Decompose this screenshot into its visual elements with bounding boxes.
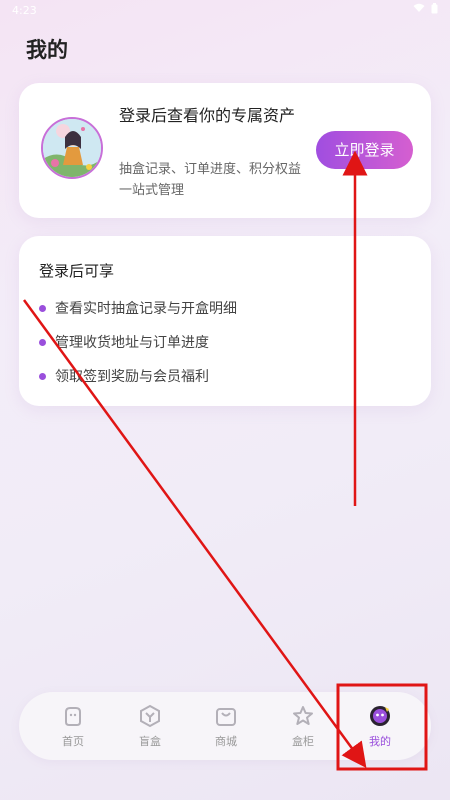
login-button[interactable]: 立即登录 — [316, 131, 413, 169]
benefits-title: 登录后可享 — [39, 262, 115, 280]
bullet-icon — [39, 304, 46, 312]
benefit-item: 领取签到奖励与会员福利 — [39, 366, 209, 386]
box-cabinet-icon — [293, 706, 313, 725]
benefit-text: 查看实时抽盒记录与开盒明细 — [55, 301, 237, 317]
nav-item-mall[interactable]: 商城 — [196, 704, 256, 749]
blind-box-icon — [140, 704, 160, 728]
nav-item-blind-box[interactable]: 盲盒 — [120, 704, 180, 749]
avatar — [41, 117, 103, 179]
nav-label: 首页 — [62, 735, 84, 748]
nav-item-home[interactable]: 首页 — [43, 704, 103, 749]
bullet-icon — [39, 338, 46, 346]
home-icon — [65, 707, 81, 726]
profile-icon — [370, 706, 390, 726]
page-title: 我的 — [26, 38, 68, 62]
benefit-item: 管理收货地址与订单进度 — [39, 332, 209, 352]
status-bar: 4:23 — [0, 0, 450, 20]
login-headline: 登录后查看你的专属资产 — [119, 106, 296, 125]
nav-label: 商城 — [215, 735, 237, 748]
battery-icon — [431, 3, 438, 14]
login-description: 抽盒记录、订单进度、积分权益一站式管理 — [119, 162, 302, 198]
benefit-text: 领取签到奖励与会员福利 — [55, 369, 209, 385]
nav-label: 盒柜 — [292, 735, 314, 748]
benefit-text: 管理收货地址与订单进度 — [55, 335, 209, 351]
nav-label: 我的 — [369, 735, 391, 748]
benefits-card: 登录后可享 查看实时抽盒记录与开盒明细 管理收货地址与订单进度 领取签到奖励与会… — [19, 236, 431, 406]
bottom-nav: 首页 盲盒 商城 盒柜 我的 — [19, 692, 431, 760]
login-card: 登录后查看你的专属资产 抽盒记录、订单进度、积分权益一站式管理 立即登录 — [19, 83, 431, 218]
wifi-icon — [413, 3, 425, 12]
benefit-item: 查看实时抽盒记录与开盒明细 — [39, 298, 237, 318]
bullet-icon — [39, 372, 46, 380]
nav-item-profile[interactable]: 我的 — [350, 704, 410, 749]
status-time: 4:23 — [12, 4, 37, 17]
nav-item-box-cabinet[interactable]: 盒柜 — [273, 704, 333, 749]
nav-label: 盲盒 — [139, 735, 161, 748]
mall-icon — [216, 708, 236, 726]
